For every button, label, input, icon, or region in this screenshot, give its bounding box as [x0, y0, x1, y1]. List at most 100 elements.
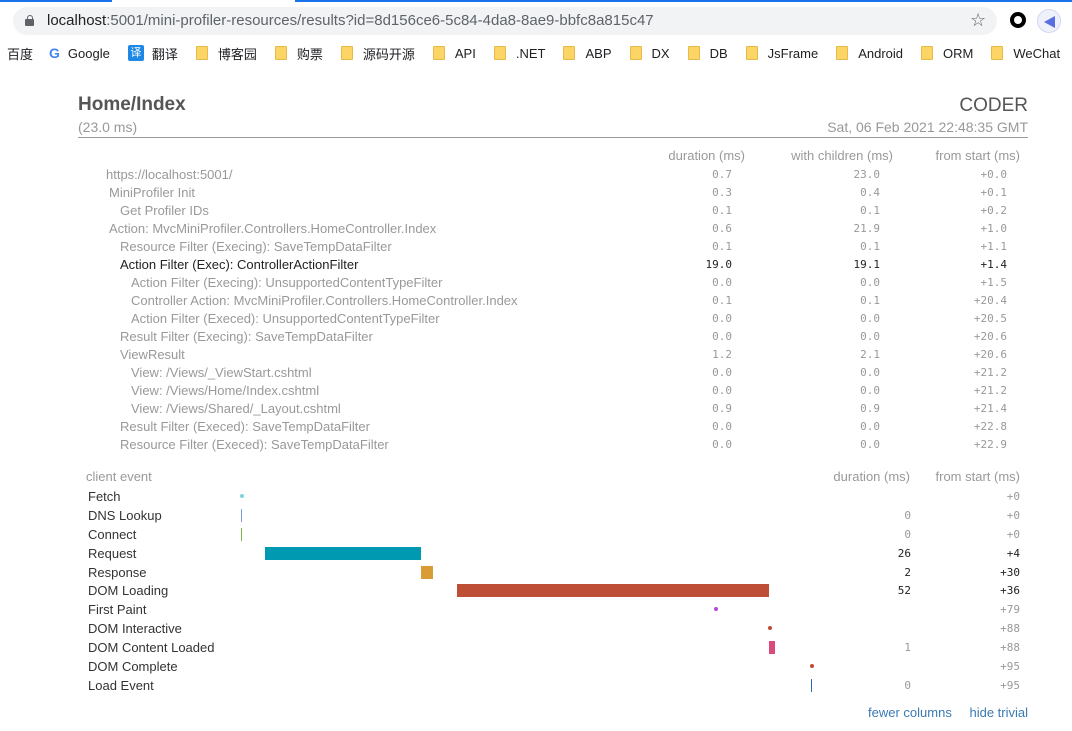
bookmark-label: 源码开源: [362, 46, 415, 62]
timing-name: Resource Filter (Execed): SaveTempDataFi…: [120, 437, 389, 452]
timing-name: View: /Views/Shared/_Layout.cshtml: [131, 401, 341, 416]
timing-from-start: +0.1: [980, 186, 1008, 199]
bookmark-item[interactable]: DB: [687, 46, 728, 61]
client-timings: client event duration (ms) from start (m…: [78, 468, 1028, 696]
timing-row[interactable]: Get Profiler IDs 0.1 0.1 +0.2: [78, 202, 1028, 220]
timing-duration: 0.3: [712, 186, 732, 199]
client-event-from-start: +30: [1000, 565, 1020, 579]
client-event-from-start: +0: [1006, 527, 1020, 541]
timing-row[interactable]: Controller Action: MvcMiniProfiler.Contr…: [78, 292, 1028, 310]
timing-from-start: +22.8: [973, 420, 1007, 433]
timing-duration: 0.0: [712, 420, 732, 433]
timing-name: Action Filter (Execed): UnsupportedConte…: [131, 311, 440, 326]
timing-row[interactable]: Action Filter (Execing): UnsupportedCont…: [78, 274, 1028, 292]
timing-from-start: +1.4: [980, 258, 1008, 271]
timing-row[interactable]: Resource Filter (Execed): SaveTempDataFi…: [78, 436, 1028, 454]
timing-duration: 1.2: [712, 348, 732, 361]
extension-bird-icon[interactable]: [1037, 9, 1061, 33]
bookmark-item[interactable]: ORM: [921, 46, 973, 61]
timing-row[interactable]: View: /Views/Home/Index.cshtml 0.0 0.0 +21.…: [78, 382, 1028, 400]
timing-row[interactable]: Action Filter (Execed): UnsupportedConte…: [78, 310, 1028, 328]
bookmark-item[interactable]: 源码开源: [340, 44, 415, 63]
timing-with-children: 0.0: [860, 384, 880, 397]
timing-from-start: +20.5: [973, 312, 1007, 325]
client-event-from-start: +95: [1000, 678, 1020, 692]
client-event-from-start: +4: [1006, 546, 1020, 560]
client-event-name: Load Event: [88, 677, 154, 693]
timing-duration: 0.0: [712, 366, 732, 379]
footer-links: fewer columns hide trivial: [854, 705, 1028, 720]
timing-with-children: 0.4: [860, 186, 880, 199]
client-event-from-start: +79: [1000, 603, 1020, 617]
timing-duration: 0.0: [712, 330, 732, 343]
hide-trivial-link[interactable]: hide trivial: [969, 705, 1028, 720]
bookmark-item[interactable]: .NET: [493, 45, 546, 61]
timing-duration: 0.0: [712, 312, 732, 325]
folder-icon: [274, 46, 287, 60]
bookmark-item[interactable]: 博客园: [195, 44, 257, 63]
timing-row[interactable]: View: /Views/_ViewStart.cshtml 0.0 0.0 +21.…: [78, 364, 1028, 382]
bookmark-item[interactable]: JsFrame: [745, 46, 818, 61]
timing-duration: 0.7: [712, 168, 732, 181]
timing-row[interactable]: https://localhost:5001/0.7 23.0 +0.0: [78, 166, 1028, 184]
client-event-name: Response: [88, 564, 147, 580]
timing-from-start: +0.0: [980, 168, 1008, 181]
header-divider: [78, 137, 1028, 138]
bookmark-item[interactable]: WeChat: [991, 46, 1060, 61]
fewer-columns-link[interactable]: fewer columns: [868, 705, 952, 720]
timing-from-start: +20.6: [973, 330, 1007, 343]
client-event-name: DOM Interactive: [88, 621, 182, 637]
bookmark-label: 百度: [7, 46, 34, 62]
timeline-point: [768, 626, 772, 631]
bookmark-item[interactable]: 译翻译: [127, 44, 178, 63]
client-event-row: Request 26 +4: [78, 545, 1028, 564]
timing-row[interactable]: View: /Views/Shared/_Layout.cshtml 0.9 0.9…: [78, 400, 1028, 418]
client-event-row: DOM Complete +95: [78, 658, 1028, 677]
bookmark-item[interactable]: G Google: [49, 45, 110, 61]
extension-circle-icon[interactable]: [1010, 12, 1026, 28]
folder-icon: [563, 46, 576, 60]
address-bar[interactable]: localhost:5001/mini-profiler-resources/r…: [13, 7, 997, 35]
client-event-duration: 0: [904, 527, 911, 541]
timing-with-children: 0.0: [860, 276, 880, 289]
timing-row[interactable]: Result Filter (Execed): SaveTempDataFilt…: [78, 418, 1028, 436]
bookmark-label: 翻译: [151, 46, 178, 62]
client-event-name: DNS Lookup: [88, 507, 162, 523]
timing-from-start: +1.1: [980, 240, 1008, 253]
bookmark-item[interactable]: DX: [629, 46, 670, 61]
folder-icon: [493, 46, 506, 60]
url-text[interactable]: localhost:5001/mini-profiler-resources/r…: [47, 12, 654, 29]
bookmark-star-icon[interactable]: ☆: [970, 10, 986, 31]
bookmark-label: Google: [67, 45, 110, 61]
timing-row[interactable]: Result Filter (Execing): SaveTempDataFil…: [78, 328, 1028, 346]
client-event-row: First Paint +79: [78, 601, 1028, 620]
bookmark-item[interactable]: Android: [836, 46, 903, 61]
bookmark-item[interactable]: 百度: [7, 44, 33, 63]
bookmark-item[interactable]: 购票: [274, 44, 323, 63]
timing-from-start: +21.2: [973, 366, 1007, 379]
timings-table: https://localhost:5001/0.7 23.0 +0.0 MiniPr…: [78, 166, 1028, 454]
lock-icon[interactable]: [25, 15, 34, 26]
timing-row[interactable]: MiniProfiler Init 0.3 0.4 +0.1: [78, 184, 1028, 202]
timing-row[interactable]: Resource Filter (Execing): SaveTempDataF…: [78, 238, 1028, 256]
client-event-row: DOM Content Loaded 1 +88: [78, 639, 1028, 658]
timeline-line: [241, 527, 242, 541]
client-event-name: First Paint: [88, 602, 147, 618]
profile-date: Sat, 06 Feb 2021 22:48:35 GMT: [827, 119, 1028, 135]
folder-icon: [836, 46, 849, 60]
timing-with-children: 0.0: [860, 420, 880, 433]
bookmark-label: WeChat: [1013, 45, 1061, 61]
column-from-start: from start (ms): [935, 148, 1021, 163]
bookmark-item[interactable]: API: [432, 46, 476, 61]
client-event-row: Fetch +0: [78, 488, 1028, 507]
timing-row[interactable]: Action Filter (Exec): ControllerActionFi…: [78, 256, 1028, 274]
bookmark-label: .NET: [515, 45, 546, 61]
timing-row[interactable]: ViewResult 1.2 2.1 +20.6: [78, 346, 1028, 364]
timing-name: Action Filter (Exec): ControllerActionFi…: [120, 257, 359, 272]
timing-duration: 0.9: [712, 402, 732, 415]
timing-duration: 0.1: [712, 240, 732, 253]
timing-with-children: 0.1: [860, 240, 880, 253]
timing-from-start: +20.4: [973, 294, 1007, 307]
timing-row[interactable]: Action: MvcMiniProfiler.Controllers.Home…: [78, 220, 1028, 238]
bookmark-item[interactable]: ABP: [563, 46, 612, 61]
